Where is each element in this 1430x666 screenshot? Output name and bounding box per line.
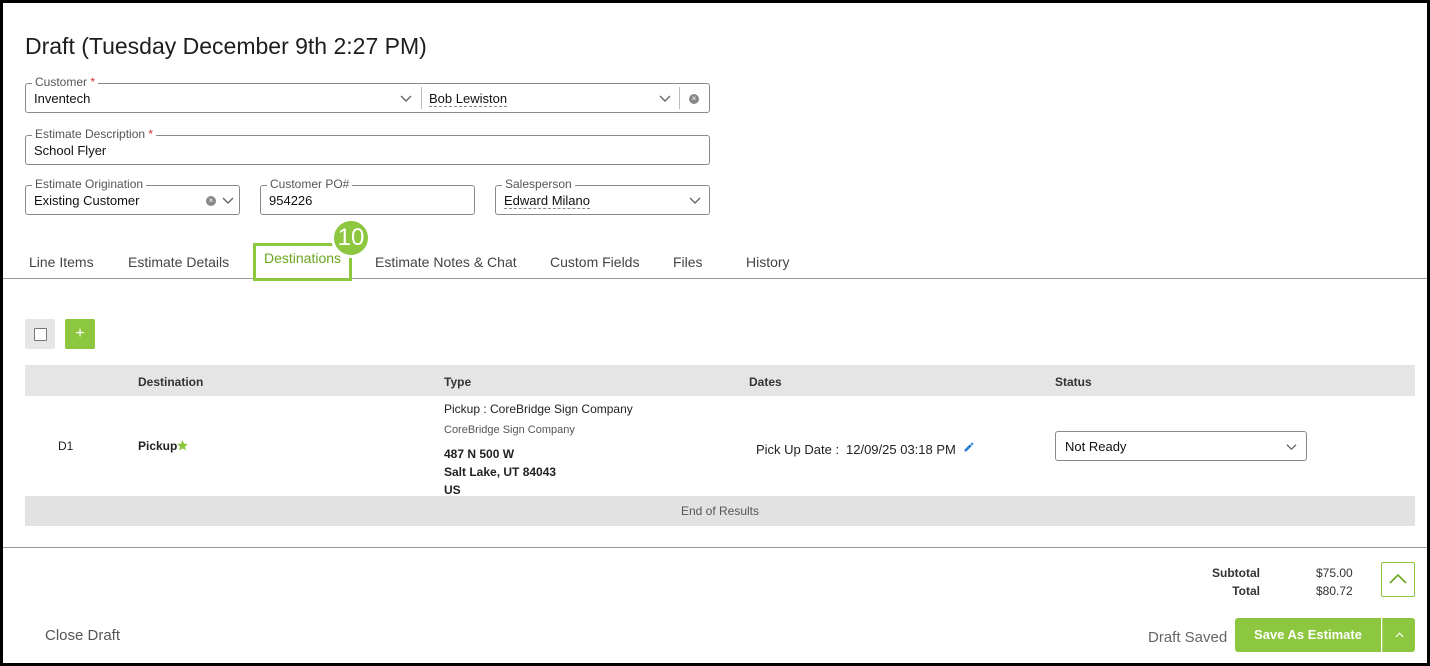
table-row[interactable]: D1 Pickup Pickup : CoreBridge Sign Compa… — [25, 396, 1415, 497]
pencil-icon[interactable] — [963, 441, 975, 453]
tab-line-items[interactable]: Line Items — [29, 254, 94, 270]
chevron-up-icon — [1389, 573, 1407, 584]
clear-icon[interactable]: × — [206, 196, 216, 206]
estimate-origination-field[interactable]: Estimate Origination Existing Customer × — [25, 177, 240, 215]
chevron-down-icon[interactable] — [222, 194, 234, 206]
column-header-status: Status — [1055, 375, 1092, 389]
address-country: US — [444, 483, 461, 497]
customer-select[interactable]: Inventech — [34, 91, 90, 106]
pickup-date-value: 12/09/25 03:18 PM — [846, 442, 956, 457]
po-label: Customer PO# — [267, 177, 353, 191]
company-name: CoreBridge Sign Company — [444, 424, 575, 436]
save-as-estimate-button[interactable]: Save As Estimate — [1235, 618, 1381, 652]
description-input[interactable]: School Flyer — [34, 143, 106, 158]
status-value: Not Ready — [1065, 439, 1127, 454]
chevron-down-icon[interactable] — [689, 194, 701, 206]
subtotal-label: Subtotal — [1212, 566, 1260, 580]
table-header: Destination Type Dates Status — [25, 365, 1415, 396]
subtotal-value: $75.00 — [1316, 566, 1353, 580]
total-value: $80.72 — [1316, 584, 1353, 598]
tab-history[interactable]: History — [746, 254, 790, 270]
column-header-dates: Dates — [749, 375, 782, 389]
divider — [421, 87, 422, 109]
column-header-type: Type — [444, 375, 472, 389]
chevron-up-icon — [1395, 632, 1404, 638]
destination-name: Pickup — [138, 439, 178, 453]
add-destination-button[interactable]: + — [65, 319, 95, 349]
checkbox-box — [34, 328, 47, 341]
estimate-description-field[interactable]: Estimate Description * School Flyer — [25, 127, 710, 165]
pickup-date-label: Pick Up Date : — [756, 442, 840, 457]
origination-select[interactable]: Existing Customer — [34, 193, 139, 208]
contact-select[interactable]: Bob Lewiston — [429, 91, 508, 107]
origination-label: Estimate Origination — [32, 177, 147, 191]
tab-estimate-notes-chat[interactable]: Estimate Notes & Chat — [375, 254, 517, 270]
destination-id: D1 — [58, 439, 74, 453]
salesperson-label: Salesperson — [502, 177, 575, 191]
customer-field-group: Customer * Inventech Bob Lewiston × — [25, 75, 710, 113]
chevron-down-icon — [1286, 444, 1297, 451]
tab-estimate-details[interactable]: Estimate Details — [128, 254, 229, 270]
column-header-destination: Destination — [138, 375, 204, 389]
po-input[interactable]: 954226 — [269, 193, 312, 208]
scroll-top-button[interactable] — [1381, 562, 1415, 597]
chevron-down-icon[interactable] — [400, 92, 412, 104]
tab-bar: Line Items Estimate Details Destinations… — [3, 239, 1427, 281]
customer-label: Customer * — [32, 75, 99, 89]
estimate-draft-window: Draft (Tuesday December 9th 2:27 PM) Cus… — [3, 3, 1427, 663]
star-icon — [177, 440, 188, 451]
salesperson-field[interactable]: Salesperson Edward Milano — [495, 177, 710, 215]
select-all-checkbox[interactable] — [25, 319, 55, 349]
address-line-2: Salt Lake, UT 84043 — [444, 465, 557, 479]
page-title: Draft (Tuesday December 9th 2:27 PM) — [25, 33, 427, 59]
close-draft-button[interactable]: Close Draft — [45, 627, 120, 644]
divider — [679, 87, 680, 109]
status-select[interactable]: Not Ready — [1055, 431, 1307, 461]
type-line: Pickup : CoreBridge Sign Company — [444, 402, 633, 416]
draft-saved-status: Draft Saved — [1148, 629, 1228, 646]
total-label: Total — [1232, 584, 1260, 598]
divider — [3, 547, 1427, 548]
tab-files[interactable]: Files — [673, 254, 703, 270]
customer-po-field[interactable]: Customer PO# 954226 — [260, 177, 475, 215]
address-line-1: 487 N 500 W — [444, 447, 515, 461]
save-options-dropdown[interactable] — [1382, 618, 1415, 652]
clear-icon[interactable]: × — [689, 94, 699, 104]
description-label: Estimate Description * — [32, 127, 157, 141]
chevron-down-icon[interactable] — [659, 92, 671, 104]
salesperson-select[interactable]: Edward Milano — [504, 193, 590, 209]
end-of-results: End of Results — [25, 496, 1415, 526]
tab-custom-fields[interactable]: Custom Fields — [550, 254, 639, 270]
step-badge: 10 — [331, 218, 371, 258]
